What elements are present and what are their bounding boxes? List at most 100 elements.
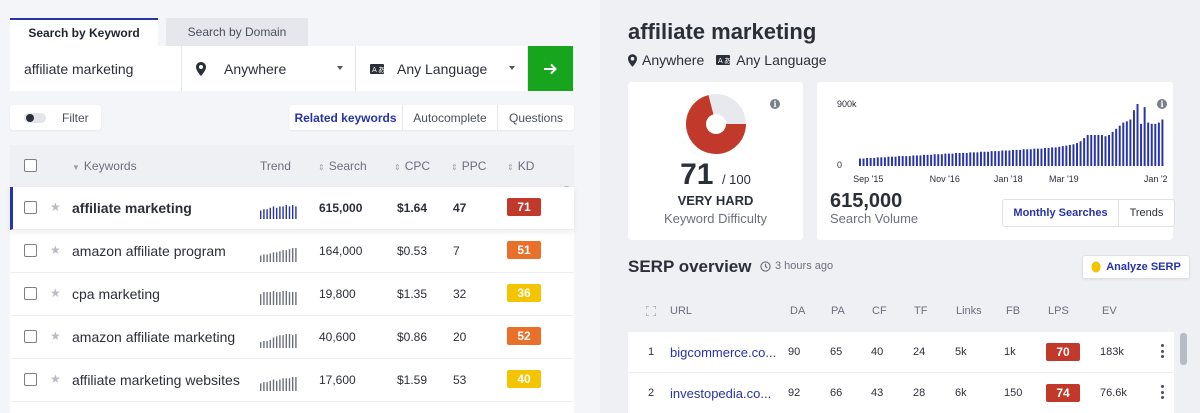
more-options-icon[interactable] (1160, 385, 1164, 399)
keyword-text[interactable]: affiliate marketing (72, 200, 192, 216)
keyword-input[interactable] (10, 46, 182, 91)
trend-sparkline (260, 248, 297, 262)
search-go-button[interactable] (528, 46, 573, 91)
trend-sparkline (260, 291, 297, 305)
volume-bar (983, 151, 986, 166)
trend-bar (276, 292, 278, 305)
star-icon[interactable]: ★ (50, 372, 61, 386)
trend-bar (279, 292, 281, 305)
keyword-text[interactable]: affiliate marketing websites (72, 372, 240, 388)
serp-pa: 66 (830, 387, 843, 399)
trend-bar (263, 254, 265, 262)
trend-bar (292, 205, 294, 219)
keyword-text[interactable]: amazon affiliate program (72, 243, 226, 259)
star-icon[interactable]: ★ (50, 329, 61, 343)
trend-sparkline (260, 205, 297, 219)
volume-bar (1058, 146, 1061, 166)
serp-url-link[interactable]: investopedia.co... (670, 386, 771, 401)
row-checkbox[interactable] (24, 330, 37, 343)
volume-bar (1001, 150, 1004, 166)
filter-toggle-button[interactable]: Filter (10, 105, 101, 130)
star-icon[interactable]: ★ (50, 200, 61, 214)
keyword-text[interactable]: amazon affiliate marketing (72, 329, 235, 345)
row-checkbox[interactable] (24, 244, 37, 257)
volume-bar (1118, 125, 1121, 166)
trend-bar (295, 206, 297, 219)
volume-bar (1026, 149, 1029, 166)
column-header-keywords[interactable]: ▼ Keywords (72, 159, 137, 173)
tab-autocomplete[interactable]: Autocomplete (402, 105, 497, 130)
serp-ev: 76.6k (1100, 387, 1127, 399)
volume-bar (976, 152, 979, 166)
volume-bar (1033, 148, 1036, 166)
detail-title: affiliate marketing (628, 19, 817, 44)
volume-bar (891, 156, 893, 166)
volume-bar (1036, 148, 1039, 166)
volume-bar (901, 156, 904, 166)
more-options-icon[interactable] (1160, 344, 1164, 358)
keywords-table: ▼ Keywords Trend ⇕ Search ⇕ CPC ⇕ PPC ⇕ KD ★ a… (10, 145, 574, 413)
select-all-checkbox[interactable] (24, 159, 37, 172)
location-select[interactable]: Anywhere (182, 46, 356, 91)
kd-badge: 36 (507, 284, 541, 302)
table-header: ▼ Keywords Trend ⇕ Search ⇕ CPC ⇕ PPC ⇕ KD (10, 145, 574, 187)
volume-bar (859, 158, 861, 166)
table-row[interactable]: ★ amazon affiliate program 164,000 $0.53 7 51 (10, 230, 574, 273)
search-mode-tabs: Search by Keyword Search by Domain (10, 18, 308, 46)
trend-bar (282, 206, 284, 219)
tab-search-by-domain[interactable]: Search by Domain (166, 18, 308, 46)
row-checkbox[interactable] (24, 201, 37, 214)
info-icon[interactable]: i (770, 99, 780, 109)
analyze-serp-button[interactable]: Analyze SERP (1082, 255, 1190, 279)
trend-bar (285, 334, 287, 348)
volume-bar (1012, 149, 1014, 166)
tab-questions[interactable]: Questions (497, 105, 574, 130)
column-header-cpc[interactable]: ⇕ CPC (394, 159, 430, 173)
keyword-text[interactable]: cpa marketing (72, 286, 160, 302)
serp-row[interactable]: 1 bigcommerce.co... 90 65 40 24 5k 1k 70 183k (628, 333, 1174, 373)
volume-bar (880, 157, 883, 166)
trend-bar (292, 335, 294, 348)
x-axis-label: Nov '16 (930, 174, 960, 184)
cpc-cell: $1.35 (397, 287, 428, 301)
volume-value: 615,000 (830, 190, 903, 212)
trend-bar (288, 378, 291, 391)
serp-row[interactable]: 2 investopedia.co... 92 66 43 28 6k 150 74 76.6k (628, 374, 1174, 413)
serp-scrollbar[interactable] (1180, 333, 1187, 365)
filter-toggle-switch[interactable] (24, 112, 46, 123)
star-icon[interactable]: ★ (50, 286, 61, 300)
volume-bar (1157, 122, 1160, 166)
column-header-search[interactable]: ⇕ Search (318, 159, 367, 173)
serp-url-link[interactable]: bigcommerce.co... (670, 345, 776, 360)
trend-bar (266, 341, 268, 348)
tab-related-keywords[interactable]: Related keywords (289, 105, 402, 130)
keyword-difficulty-card: i 71 / 100 VERY HARD Keyword Difficulty (628, 82, 803, 240)
column-header-ppc[interactable]: ⇕ PPC (451, 159, 486, 173)
star-icon[interactable]: ★ (50, 243, 61, 257)
search-bar: Anywhere Aあ Any Language (10, 46, 573, 91)
tab-search-by-keyword[interactable]: Search by Keyword (10, 18, 158, 46)
trend-bar (269, 339, 271, 348)
volume-bar (1022, 149, 1025, 166)
trend-bar (272, 206, 275, 219)
table-row[interactable]: ★ affiliate marketing websites 17,600 $1.59… (10, 359, 574, 402)
volume-bar (883, 157, 886, 166)
expand-icon[interactable] (646, 306, 656, 316)
column-header-kd[interactable]: ⇕ KD (507, 159, 534, 173)
language-select[interactable]: Aあ Any Language (356, 46, 528, 91)
table-row[interactable]: ★ affiliate marketing 615,000 $1.64 47 71 (10, 187, 574, 230)
serp-ev: 183k (1100, 346, 1124, 358)
search-volume-cell: 17,600 (319, 373, 356, 387)
trend-bar (285, 378, 287, 391)
trend-bar (292, 248, 294, 262)
serp-lps-badge: 74 (1046, 384, 1080, 402)
row-checkbox[interactable] (24, 373, 37, 386)
row-checkbox[interactable] (24, 287, 37, 300)
tab-trends[interactable]: Trends (1119, 200, 1174, 226)
location-pin-icon (196, 61, 206, 76)
trend-bar (295, 248, 297, 262)
volume-bar (987, 151, 990, 166)
table-row[interactable]: ★ amazon affiliate marketing 40,600 $0.86 20… (10, 316, 574, 359)
table-row[interactable]: ★ cpa marketing 19,800 $1.35 32 36 (10, 273, 574, 316)
tab-monthly-searches[interactable]: Monthly Searches (1003, 200, 1119, 226)
